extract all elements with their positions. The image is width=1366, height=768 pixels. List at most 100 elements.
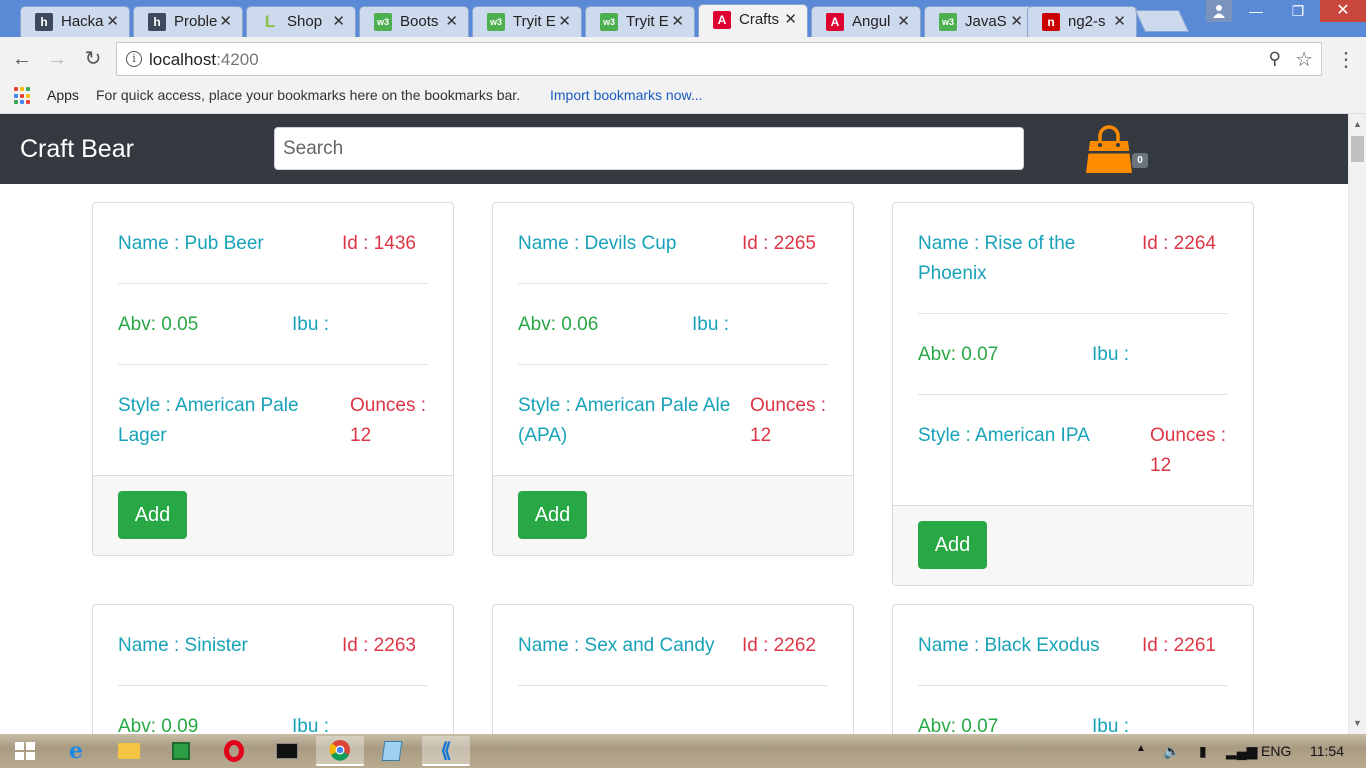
windows-start-icon[interactable]: [15, 742, 35, 760]
beer-name: Name : Sinister: [118, 635, 248, 656]
browser-tab[interactable]: w3 Boots ✕: [359, 6, 469, 37]
apps-grid-icon[interactable]: [14, 87, 32, 105]
beer-ibu: Ibu :: [1092, 344, 1129, 365]
angular-favicon-icon: A: [713, 11, 731, 29]
tab-favicon-icon: w3: [487, 13, 505, 31]
beer-card: Name : Rise of the Phoenix Id : 2264 Abv…: [892, 202, 1254, 586]
close-tab-icon[interactable]: ✕: [558, 12, 571, 30]
browser-tab[interactable]: A Angul ✕: [811, 6, 921, 37]
volume-icon[interactable]: 🔈: [1163, 743, 1180, 760]
beer-name: Name : Sex and Candy: [518, 635, 715, 656]
browser-tab[interactable]: w3 JavaS ✕: [924, 6, 1034, 37]
close-window-icon[interactable]: ✕: [1320, 0, 1366, 22]
tab-favicon-icon: h: [35, 13, 53, 31]
search-input[interactable]: [274, 127, 1024, 170]
browser-tab[interactable]: h Hacka ✕: [20, 6, 130, 37]
beer-abv: Abv: 0.06: [518, 314, 599, 335]
beer-style: Style : American IPA: [918, 425, 1090, 446]
tab-favicon-icon: n: [1042, 13, 1060, 31]
url-text: localhost:4200: [149, 50, 259, 70]
new-tab-button[interactable]: [1134, 10, 1190, 32]
beer-name: Name : Pub Beer: [118, 233, 264, 254]
network-signal-icon[interactable]: ▂▄▆: [1226, 743, 1257, 760]
angular-favicon-icon: A: [826, 13, 844, 31]
scroll-up-icon[interactable]: ▲: [1353, 119, 1362, 129]
command-prompt-icon[interactable]: [263, 736, 311, 766]
windows-taskbar: e ⟪ ▲ 🔈 ▮ ▂▄▆ ENG 11:54: [0, 734, 1366, 768]
browser-toolbar: ← → ↻ i localhost:4200 ⚲ ☆ ⋮: [0, 37, 1366, 81]
scrollbar-thumb[interactable]: [1351, 136, 1364, 162]
opera-icon[interactable]: [210, 736, 258, 766]
add-to-cart-button[interactable]: Add: [118, 491, 187, 539]
close-tab-icon[interactable]: ✕: [445, 12, 458, 30]
apps-link[interactable]: Apps: [47, 87, 79, 103]
address-bar[interactable]: i localhost:4200 ⚲ ☆: [116, 42, 1322, 76]
store-icon[interactable]: [157, 736, 205, 766]
scroll-down-icon[interactable]: ▼: [1353, 718, 1362, 728]
browser-tab-active[interactable]: A Crafts ✕: [698, 4, 808, 37]
beer-ounces: Ounces : 12: [1150, 425, 1227, 476]
import-bookmarks-link[interactable]: Import bookmarks now...: [550, 87, 703, 103]
app-navbar: Craft Bear 0: [0, 114, 1348, 184]
close-tab-icon[interactable]: ✕: [671, 12, 684, 30]
close-tab-icon[interactable]: ✕: [784, 10, 797, 28]
file-explorer-icon[interactable]: [105, 736, 153, 766]
beer-id: Id : 2265: [742, 233, 816, 254]
bookmarks-hint: For quick access, place your bookmarks h…: [96, 87, 521, 103]
beer-name: Name : Rise of the Phoenix: [918, 233, 1076, 284]
beer-ibu: Ibu :: [1092, 716, 1129, 734]
beer-card: Name : Sex and Candy Id : 2262: [492, 604, 854, 734]
beer-ounces: Ounces : 12: [350, 395, 427, 446]
bookmark-star-icon[interactable]: ☆: [1295, 47, 1313, 72]
browser-tab-strip: h Hacka ✕ h Proble ✕ L Shop ✕ w3 Boots ✕…: [0, 0, 1366, 37]
clock[interactable]: 11:54: [1310, 743, 1344, 759]
browser-tab[interactable]: w3 Tryit E ✕: [585, 6, 695, 37]
battery-icon[interactable]: ▮: [1199, 743, 1207, 760]
add-to-cart-button[interactable]: Add: [918, 521, 987, 569]
user-profile-icon[interactable]: [1206, 0, 1232, 22]
browser-tab[interactable]: n ng2-s ✕: [1027, 6, 1137, 37]
back-arrow-icon[interactable]: ←: [10, 47, 34, 71]
forward-arrow-icon[interactable]: →: [45, 47, 69, 71]
page-scrollbar[interactable]: ▲ ▼: [1348, 114, 1366, 734]
language-indicator[interactable]: ENG: [1261, 743, 1291, 759]
browser-tab[interactable]: L Shop ✕: [246, 6, 356, 37]
beer-id: Id : 2263: [342, 635, 416, 656]
page-viewport: Craft Bear 0 Name : Pub Beer Id : 1436 A…: [0, 114, 1348, 734]
beer-abv: Abv: 0.07: [918, 344, 999, 365]
beer-id: Id : 2261: [1142, 635, 1216, 656]
chrome-icon[interactable]: [316, 736, 364, 766]
tab-favicon-icon: L: [264, 12, 276, 31]
close-tab-icon[interactable]: ✕: [332, 12, 345, 30]
vscode-icon[interactable]: ⟪: [422, 736, 470, 766]
close-tab-icon[interactable]: ✕: [219, 12, 232, 30]
internet-explorer-icon[interactable]: e: [52, 736, 100, 766]
beer-card: Name : Pub Beer Id : 1436 Abv: 0.05 Ibu …: [92, 202, 454, 556]
close-tab-icon[interactable]: ✕: [897, 12, 910, 30]
close-tab-icon[interactable]: ✕: [1113, 12, 1126, 30]
close-tab-icon[interactable]: ✕: [106, 12, 119, 30]
add-to-cart-button[interactable]: Add: [518, 491, 587, 539]
show-hidden-icons-icon[interactable]: ▲: [1136, 743, 1146, 754]
bookmarks-bar: Apps For quick access, place your bookma…: [0, 81, 1366, 114]
reload-icon[interactable]: ↻: [81, 47, 105, 71]
minimize-icon[interactable]: —: [1236, 0, 1276, 22]
zoom-icon[interactable]: ⚲: [1269, 49, 1281, 69]
beer-ibu: Ibu :: [692, 314, 729, 335]
shopping-bag-icon[interactable]: [1086, 125, 1132, 173]
beer-card: Name : Black Exodus Id : 2261 Abv: 0.07 …: [892, 604, 1254, 734]
maximize-icon[interactable]: ❐: [1278, 0, 1318, 22]
browser-tab[interactable]: w3 Tryit E ✕: [472, 6, 582, 37]
notepad-icon[interactable]: [368, 736, 416, 766]
close-tab-icon[interactable]: ✕: [1010, 12, 1023, 30]
beer-abv: Abv: 0.05: [118, 314, 199, 335]
beer-abv: Abv: 0.09: [118, 716, 199, 734]
beer-id: Id : 2264: [1142, 233, 1216, 254]
browser-tab[interactable]: h Proble ✕: [133, 6, 243, 37]
brand-title[interactable]: Craft Bear: [20, 135, 134, 164]
site-info-icon[interactable]: i: [126, 51, 142, 67]
beer-id: Id : 2262: [742, 635, 816, 656]
chrome-menu-icon[interactable]: ⋮: [1336, 47, 1356, 72]
beer-style: Style : American Pale Ale (APA): [518, 395, 731, 446]
url-port: :4200: [216, 50, 259, 69]
